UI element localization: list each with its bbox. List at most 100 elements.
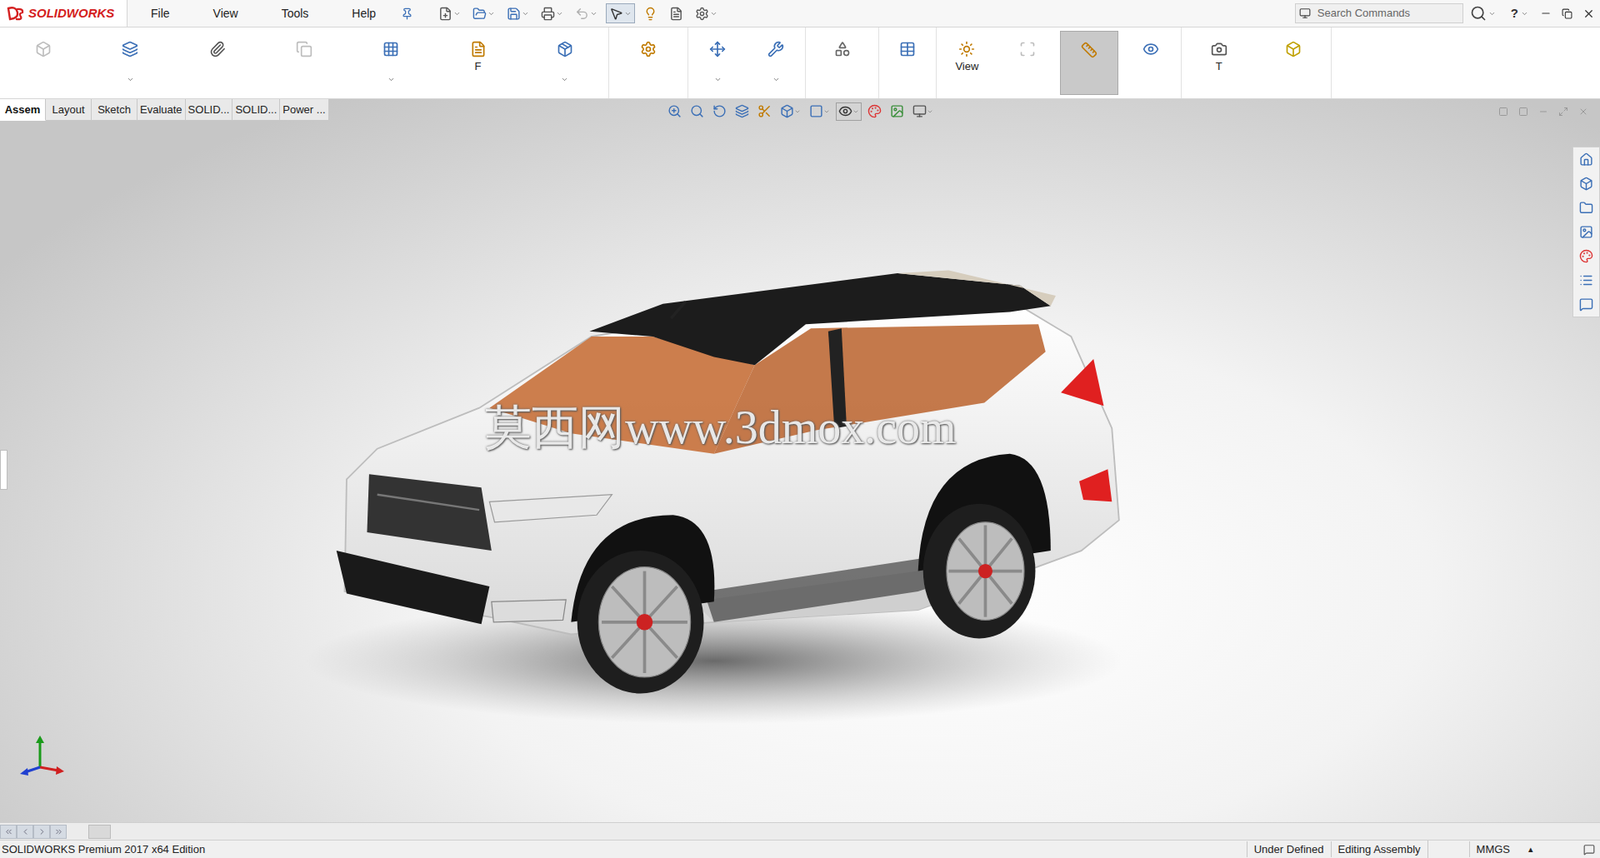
comments-icon[interactable] — [1583, 844, 1595, 856]
view-tool-button[interactable] — [910, 102, 936, 121]
command-button[interactable] — [690, 30, 745, 95]
task-pane-tab[interactable] — [1573, 147, 1600, 172]
menu-item[interactable]: File — [150, 5, 170, 23]
dropdown-arrow-icon[interactable] — [823, 108, 830, 115]
tab-scroll-button[interactable] — [16, 825, 34, 840]
dropdown-arrow-icon[interactable] — [521, 10, 530, 18]
tab-scroll-button[interactable] — [33, 825, 50, 840]
search-icon[interactable] — [1470, 5, 1487, 22]
tab-scroll-button[interactable] — [0, 825, 17, 840]
task-pane-tab[interactable] — [1573, 171, 1600, 196]
task-pane-tab[interactable] — [1573, 268, 1600, 293]
dropdown-arrow-icon[interactable] — [387, 75, 395, 84]
task-pane-tab[interactable] — [1573, 244, 1600, 269]
view-tool-button[interactable] — [732, 102, 752, 121]
minimize-icon[interactable] — [1540, 7, 1552, 20]
feature-manager-handle[interactable] — [0, 450, 8, 490]
quick-access-button[interactable] — [469, 3, 499, 24]
task-pane-tab[interactable] — [1573, 292, 1600, 317]
command-tab[interactable]: Layout — [45, 99, 92, 121]
view-tool-button[interactable] — [665, 102, 685, 121]
app-logo[interactable]: SOLIDWORKS — [0, 0, 128, 27]
dropdown-arrow-icon[interactable] — [794, 108, 801, 115]
command-button[interactable] — [88, 30, 172, 95]
view-tool-button[interactable] — [755, 102, 775, 121]
command-tab[interactable]: Evaluate — [137, 99, 186, 121]
quick-access-button[interactable] — [571, 3, 601, 24]
dropdown-arrow-icon[interactable] — [772, 75, 780, 84]
command-button[interactable] — [523, 30, 607, 95]
dropdown-arrow-icon[interactable] — [852, 108, 860, 115]
command-button[interactable] — [262, 30, 346, 95]
dropdown-arrow-icon[interactable] — [555, 10, 564, 18]
units-label[interactable]: MMGS — [1469, 841, 1517, 858]
menu-item[interactable]: Tools — [281, 5, 310, 23]
task-pane-tab[interactable] — [1573, 195, 1600, 220]
menu-item[interactable]: View — [213, 5, 239, 23]
menu-item[interactable]: Help — [351, 5, 376, 23]
quick-access-button[interactable] — [605, 3, 635, 24]
help-button[interactable]: ? — [1510, 4, 1519, 24]
command-button[interactable] — [999, 30, 1057, 95]
units-arrow[interactable]: ▴ — [1528, 842, 1534, 857]
view-tool-button[interactable] — [806, 102, 833, 121]
quick-access-button[interactable] — [665, 3, 687, 24]
pin-icon[interactable] — [400, 7, 414, 20]
command-tab[interactable]: SOLID... — [232, 99, 280, 121]
dropdown-arrow-icon[interactable] — [714, 75, 722, 84]
view-tool-button[interactable] — [710, 102, 730, 121]
search-dropdown-icon[interactable] — [1488, 10, 1496, 18]
command-button[interactable] — [1258, 30, 1330, 95]
command-tab[interactable]: SOLID... — [185, 99, 234, 121]
quick-access-button[interactable] — [435, 3, 465, 24]
maximize-icon[interactable] — [1558, 106, 1569, 117]
command-button[interactable] — [349, 30, 433, 95]
view-tool-button[interactable] — [687, 102, 707, 121]
quick-access-button[interactable] — [691, 3, 721, 24]
command-button[interactable] — [748, 30, 804, 95]
model-tab[interactable] — [88, 825, 111, 840]
view-tool-button[interactable] — [777, 102, 804, 121]
command-button[interactable] — [175, 30, 260, 95]
dropdown-arrow-icon[interactable] — [624, 10, 632, 18]
command-button[interactable] — [1121, 30, 1180, 95]
command-button[interactable]: F — [435, 30, 520, 95]
command-button[interactable] — [1060, 30, 1120, 95]
command-tab[interactable]: Sketch — [91, 99, 138, 121]
view-tool-button[interactable] — [887, 102, 907, 121]
command-button[interactable]: View — [938, 30, 996, 95]
command-tab[interactable]: Assem — [0, 99, 46, 121]
minimize-icon[interactable] — [1538, 106, 1549, 117]
tool-icon — [609, 6, 624, 21]
search-box[interactable]: Search Commands — [1295, 3, 1464, 24]
dropdown-arrow-icon[interactable] — [453, 10, 461, 18]
help-dropdown-icon[interactable] — [1520, 10, 1529, 18]
command-tab[interactable]: Power ... — [280, 99, 329, 121]
dropdown-arrow-icon[interactable] — [590, 10, 598, 18]
restore-icon[interactable] — [1561, 8, 1573, 20]
dropdown-arrow-icon[interactable] — [710, 10, 718, 18]
graphics-area[interactable]: AssemLayoutSketchEvaluateSOLID...SOLID..… — [0, 99, 1600, 823]
dropdown-arrow-icon[interactable] — [487, 10, 495, 18]
tile-icon[interactable] — [1498, 106, 1509, 117]
tile-icon[interactable] — [1518, 106, 1529, 117]
dropdown-arrow-icon[interactable] — [926, 108, 934, 115]
quick-access-button[interactable] — [537, 3, 567, 24]
command-button[interactable]: T — [1183, 30, 1255, 95]
view-tool-button[interactable] — [865, 102, 885, 121]
close-icon[interactable] — [1578, 106, 1589, 117]
tab-scroll-button[interactable] — [50, 825, 67, 840]
task-pane-tab[interactable] — [1573, 220, 1600, 245]
close-icon[interactable] — [1582, 7, 1595, 20]
view-tool-button[interactable] — [835, 102, 862, 121]
dropdown-arrow-icon[interactable] — [126, 75, 135, 84]
car-model[interactable] — [305, 265, 1143, 745]
quick-access-button[interactable] — [640, 3, 661, 24]
dropdown-arrow-icon[interactable] — [560, 75, 569, 84]
command-button[interactable] — [880, 30, 935, 95]
command-button[interactable] — [610, 30, 686, 95]
quick-access-button[interactable] — [503, 3, 533, 24]
view-tool-icon — [838, 104, 853, 119]
command-button[interactable] — [1, 30, 85, 95]
command-button[interactable] — [807, 30, 877, 95]
